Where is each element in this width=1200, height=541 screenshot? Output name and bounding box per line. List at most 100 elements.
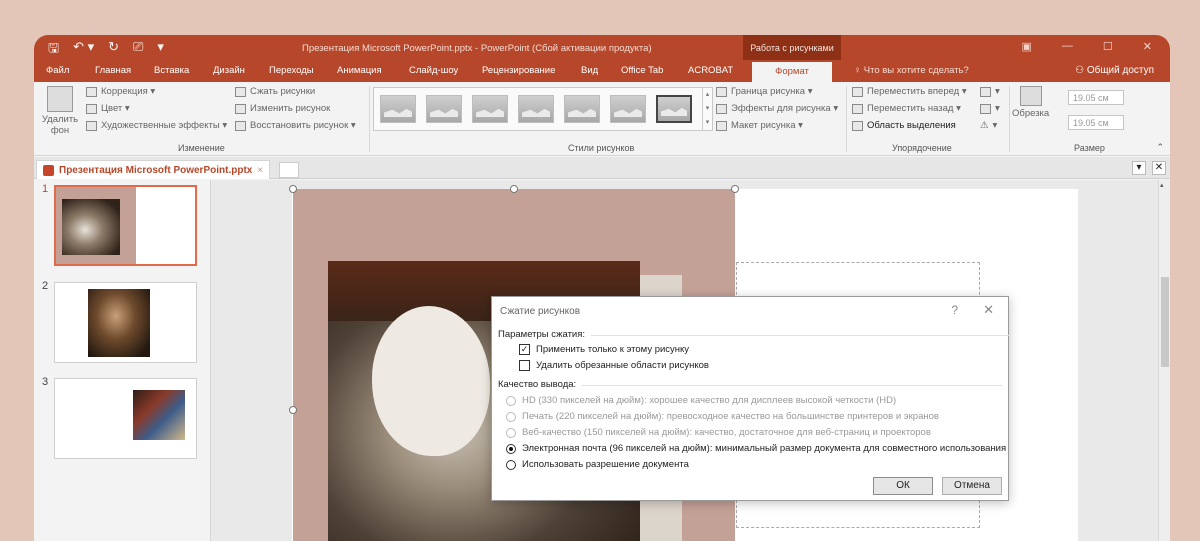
picture-style-1[interactable] xyxy=(380,95,416,123)
tab-slideshow[interactable]: Слайд-шоу xyxy=(409,65,458,76)
close-tab-icon[interactable]: × xyxy=(257,165,263,176)
scrollbar-thumb[interactable] xyxy=(1161,277,1169,367)
close-icon[interactable]: ✕ xyxy=(983,302,994,318)
align-button[interactable]: ▾ xyxy=(980,86,1000,97)
ribbon-display-icon[interactable]: ▣ xyxy=(1022,40,1032,53)
compress-icon xyxy=(235,86,246,97)
picture-style-3[interactable] xyxy=(472,95,508,123)
maximize-button[interactable]: ☐ xyxy=(1103,40,1113,53)
tab-review[interactable]: Рецензирование xyxy=(482,65,555,76)
document-tab[interactable]: Презентация Microsoft PowerPoint.pptx × xyxy=(36,160,271,179)
artistic-effects-button[interactable]: Художественные эффекты ▾ xyxy=(86,120,227,131)
picture-border-icon xyxy=(716,86,727,97)
minimize-button[interactable]: — xyxy=(1062,40,1073,53)
document-title: Презентация Microsoft PowerPoint.pptx - … xyxy=(302,43,652,54)
resize-handle-top-right[interactable] xyxy=(731,185,739,193)
resolution-hd-option: HD (330 пикселей на дюйм): хорошее качес… xyxy=(506,395,896,406)
picture-effects-icon xyxy=(716,103,727,114)
resolution-document-radio[interactable] xyxy=(506,459,516,470)
height-input[interactable]: 19.05 см xyxy=(1068,90,1124,105)
redo-icon[interactable]: ↻ xyxy=(108,39,119,61)
gallery-scroll[interactable]: ▴ ▾ ▾ xyxy=(702,88,712,130)
picture-effects-button[interactable]: Эффекты для рисунка ▾ xyxy=(716,103,838,114)
apply-only-checkbox[interactable]: ✓ xyxy=(519,344,530,355)
picture-style-4[interactable] xyxy=(518,95,554,123)
tab-file[interactable]: Файл xyxy=(46,65,69,76)
delete-cropped-option[interactable]: Удалить обрезанные области рисунков xyxy=(519,360,709,371)
tab-format[interactable]: Формат xyxy=(752,62,832,82)
tab-design[interactable]: Дизайн xyxy=(213,65,245,76)
picture-border-button[interactable]: Граница рисунка ▾ xyxy=(716,86,813,97)
tab-list-icon[interactable]: ▾ xyxy=(1132,161,1146,175)
ok-button[interactable]: ОК xyxy=(873,477,933,495)
share-button[interactable]: ⚇ Общий доступ xyxy=(1075,65,1154,76)
correction-button[interactable]: Коррекция ▾ xyxy=(86,86,155,97)
resolution-email-option[interactable]: Электронная почта (96 пикселей на дюйм):… xyxy=(506,443,1006,454)
cancel-button[interactable]: Отмена xyxy=(942,477,1002,495)
rotate-icon: ⚠ xyxy=(980,120,989,131)
save-icon[interactable]: 🖫 xyxy=(48,39,59,61)
presenter-icon[interactable]: ⎚ xyxy=(133,39,143,61)
remove-background-button[interactable]: Удалить фон xyxy=(40,86,80,136)
slide-thumbnails-panel: 1 2 3 xyxy=(34,180,209,541)
title-bar: 🖫 ↶ ▾ ↻ ⎚ ▾ Презентация Microsoft PowerP… xyxy=(34,35,1170,60)
tab-transitions[interactable]: Переходы xyxy=(269,65,314,76)
tab-home[interactable]: Главная xyxy=(95,65,131,76)
compress-pictures-button[interactable]: Сжать рисунки xyxy=(235,86,315,97)
resize-handle-top[interactable] xyxy=(510,185,518,193)
picture-style-2[interactable] xyxy=(426,95,462,123)
resolution-web-radio xyxy=(506,427,516,438)
send-backward-button[interactable]: Переместить назад ▾ xyxy=(852,103,961,114)
slide-thumbnail-2[interactable] xyxy=(54,282,197,363)
picture-layout-button[interactable]: Макет рисунка ▾ xyxy=(716,120,803,131)
tell-me-search[interactable]: ♀ Что вы хотите сделать? xyxy=(854,65,969,76)
crop-button[interactable]: Обрезка xyxy=(1012,86,1049,119)
picture-styles-gallery: ▴ ▾ ▾ xyxy=(373,87,713,131)
color-button[interactable]: Цвет ▾ xyxy=(86,103,130,114)
selection-pane-button[interactable]: Область выделения xyxy=(852,120,956,131)
tab-animations[interactable]: Анимация xyxy=(337,65,382,76)
tab-office-tab[interactable]: Office Tab xyxy=(621,65,663,76)
artistic-effects-icon xyxy=(86,120,97,131)
rotate-button[interactable]: ⚠ ▾ xyxy=(980,120,997,131)
correction-icon xyxy=(86,86,97,97)
undo-icon[interactable]: ↶ ▾ xyxy=(73,39,94,61)
align-icon xyxy=(980,86,991,97)
picture-style-6[interactable] xyxy=(610,95,646,123)
picture-style-5[interactable] xyxy=(564,95,600,123)
close-document-icon[interactable]: ✕ xyxy=(1152,161,1166,175)
slide-thumbnail-1[interactable] xyxy=(54,185,197,266)
slide-thumbnail-3[interactable] xyxy=(54,378,197,459)
change-picture-icon xyxy=(235,103,246,114)
help-icon[interactable]: ? xyxy=(951,303,958,317)
picture-layout-icon xyxy=(716,120,727,131)
compress-pictures-dialog: Сжатие рисунков ? ✕ Параметры сжатия: ✓ … xyxy=(491,296,1012,501)
tab-acrobat[interactable]: ACROBAT xyxy=(688,65,733,76)
apply-only-option[interactable]: ✓ Применить только к этому рисунку xyxy=(519,344,689,355)
customize-qat-icon[interactable]: ▾ xyxy=(157,39,164,61)
group-objects-button[interactable]: ▾ xyxy=(980,103,1000,114)
thumbnail-cat-painting xyxy=(62,199,120,255)
slide-number: 2 xyxy=(42,280,49,292)
selection-pane-icon xyxy=(852,120,863,131)
change-picture-button[interactable]: Изменить рисунок xyxy=(235,103,330,114)
tab-view[interactable]: Вид xyxy=(581,65,598,76)
width-input[interactable]: 19.05 см xyxy=(1068,115,1124,130)
vertical-scrollbar[interactable]: ▴ xyxy=(1158,180,1170,541)
picture-style-7[interactable] xyxy=(656,95,692,123)
bring-forward-button[interactable]: Переместить вперед ▾ xyxy=(852,86,967,97)
delete-cropped-checkbox[interactable] xyxy=(519,360,530,371)
resolution-document-option[interactable]: Использовать разрешение документа xyxy=(506,459,689,470)
resize-handle-top-left[interactable] xyxy=(289,185,297,193)
new-tab-button[interactable] xyxy=(279,162,299,178)
resize-handle-left[interactable] xyxy=(289,406,297,414)
ribbon-tabs: Файл Главная Вставка Дизайн Переходы Ани… xyxy=(34,60,1170,82)
collapse-ribbon-icon[interactable]: ⌃ xyxy=(1156,142,1164,153)
resolution-email-radio[interactable] xyxy=(506,443,516,454)
reset-picture-button[interactable]: Восстановить рисунок ▾ xyxy=(235,120,356,131)
scroll-up-icon[interactable]: ▴ xyxy=(1160,181,1164,189)
thumbnail-colorful-painting xyxy=(133,390,185,440)
bring-forward-icon xyxy=(852,86,863,97)
close-button[interactable]: ✕ xyxy=(1143,40,1152,53)
tab-insert[interactable]: Вставка xyxy=(154,65,189,76)
